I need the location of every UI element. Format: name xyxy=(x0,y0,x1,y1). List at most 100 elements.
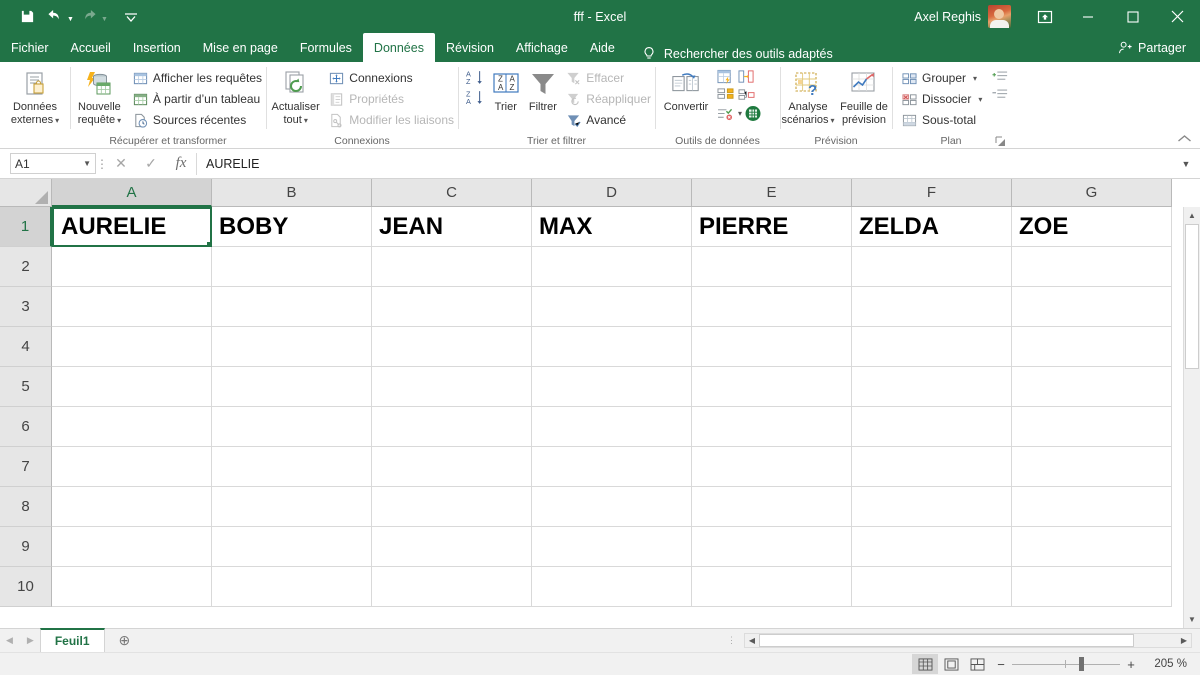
zoom-level-label[interactable]: 205 % xyxy=(1142,658,1190,670)
what-if-caret-icon[interactable]: ▾ xyxy=(831,116,835,125)
minimize-icon[interactable] xyxy=(1065,0,1110,33)
cell-e1[interactable]: PIERRE xyxy=(692,207,852,247)
refresh-all-caret-icon[interactable]: ▾ xyxy=(304,116,308,125)
refresh-all-button[interactable]: Actualiser tout ▾ xyxy=(266,67,325,127)
cell-a10[interactable] xyxy=(52,567,212,607)
tab-fichier[interactable]: Fichier xyxy=(0,33,60,62)
tab-formules[interactable]: Formules xyxy=(289,33,363,62)
cell-g6[interactable] xyxy=(1012,407,1172,447)
sheet-tab-feuil1[interactable]: Feuil1 xyxy=(39,628,105,652)
row-header-3[interactable]: 3 xyxy=(0,287,52,327)
undo-icon[interactable] xyxy=(42,5,68,29)
cell-d5[interactable] xyxy=(532,367,692,407)
cell-a2[interactable] xyxy=(52,247,212,287)
cell-e3[interactable] xyxy=(692,287,852,327)
cell-b9[interactable] xyxy=(212,527,372,567)
data-validation-icon[interactable] xyxy=(717,87,734,103)
cell-d8[interactable] xyxy=(532,487,692,527)
cell-a5[interactable] xyxy=(52,367,212,407)
zoom-in-button[interactable]: + xyxy=(1120,657,1142,672)
column-header-d[interactable]: D xyxy=(532,179,692,207)
what-if-analysis-button[interactable]: ? Analyse scénarios ▾ xyxy=(780,67,836,127)
cell-d4[interactable] xyxy=(532,327,692,367)
tab-accueil[interactable]: Accueil xyxy=(60,33,122,62)
cell-g9[interactable] xyxy=(1012,527,1172,567)
add-sheet-icon[interactable]: ⊕ xyxy=(105,629,145,652)
new-query-button[interactable]: Nouvelle requête ▾ xyxy=(70,67,129,127)
flash-fill-icon[interactable] xyxy=(717,69,734,85)
cell-b5[interactable] xyxy=(212,367,372,407)
cell-f10[interactable] xyxy=(852,567,1012,607)
cell-a4[interactable] xyxy=(52,327,212,367)
row-header-6[interactable]: 6 xyxy=(0,407,52,447)
cell-g8[interactable] xyxy=(1012,487,1172,527)
vertical-scrollbar[interactable]: ▲ ▼ xyxy=(1183,207,1200,628)
insert-function-icon[interactable]: fx xyxy=(166,153,196,175)
cell-e2[interactable] xyxy=(692,247,852,287)
row-header-1[interactable]: 1 xyxy=(0,207,52,247)
forecast-sheet-button[interactable]: Feuille de prévision xyxy=(836,67,892,127)
name-box[interactable]: A1 ▼ xyxy=(10,153,96,174)
cell-e10[interactable] xyxy=(692,567,852,607)
cell-g10[interactable] xyxy=(1012,567,1172,607)
cell-c10[interactable] xyxy=(372,567,532,607)
chevron-down-icon[interactable]: ▼ xyxy=(83,159,91,168)
column-header-c[interactable]: C xyxy=(372,179,532,207)
tab-revision[interactable]: Révision xyxy=(435,33,505,62)
row-header-5[interactable]: 5 xyxy=(0,367,52,407)
cell-e4[interactable] xyxy=(692,327,852,367)
scroll-right-icon[interactable]: ▶ xyxy=(1177,636,1191,645)
vertical-scroll-track[interactable] xyxy=(1184,369,1200,611)
recent-sources-item[interactable]: Sources récentes xyxy=(129,110,266,130)
avatar[interactable] xyxy=(988,5,1011,28)
formula-input[interactable] xyxy=(196,152,1178,175)
row-header-2[interactable]: 2 xyxy=(0,247,52,287)
tab-affichage[interactable]: Affichage xyxy=(505,33,579,62)
tab-insertion[interactable]: Insertion xyxy=(122,33,192,62)
nav-previous-icon[interactable]: ◀ xyxy=(6,635,13,646)
horizontal-scrollbar[interactable]: ◀ ▶ xyxy=(744,633,1192,648)
cell-b2[interactable] xyxy=(212,247,372,287)
ribbon-display-options-icon[interactable] xyxy=(1025,0,1065,33)
maximize-icon[interactable] xyxy=(1110,0,1155,33)
cell-d3[interactable] xyxy=(532,287,692,327)
cell-d10[interactable] xyxy=(532,567,692,607)
undo-dropdown-caret-icon[interactable]: ▼ xyxy=(67,16,74,23)
normal-view-icon[interactable] xyxy=(912,654,938,674)
sort-button[interactable]: ZAAZ Trier xyxy=(488,67,524,114)
split-handle[interactable]: ⋮ xyxy=(720,635,744,646)
cell-e9[interactable] xyxy=(692,527,852,567)
cell-a7[interactable] xyxy=(52,447,212,487)
zoom-thumb[interactable] xyxy=(1078,657,1084,671)
zoom-out-button[interactable]: − xyxy=(990,657,1012,672)
cell-b10[interactable] xyxy=(212,567,372,607)
cell-f8[interactable] xyxy=(852,487,1012,527)
cell-a8[interactable] xyxy=(52,487,212,527)
tab-donnees[interactable]: Données xyxy=(362,33,435,62)
cell-b7[interactable] xyxy=(212,447,372,487)
confirm-icon[interactable]: ✓ xyxy=(136,153,166,175)
cell-c6[interactable] xyxy=(372,407,532,447)
advanced-filter-item[interactable]: Avancé xyxy=(562,110,655,130)
cell-a3[interactable] xyxy=(52,287,212,327)
column-header-f[interactable]: F xyxy=(852,179,1012,207)
page-break-icon[interactable] xyxy=(964,654,990,674)
cell-f3[interactable] xyxy=(852,287,1012,327)
expand-formula-bar-icon[interactable]: ▼ xyxy=(1178,159,1194,169)
column-header-a[interactable]: A xyxy=(52,179,212,207)
cell-c1[interactable]: JEAN xyxy=(372,207,532,247)
cell-d9[interactable] xyxy=(532,527,692,567)
cell-f1[interactable]: ZELDA xyxy=(852,207,1012,247)
cell-c2[interactable] xyxy=(372,247,532,287)
account-name[interactable]: Axel Reghis xyxy=(914,10,988,24)
plan-dialog-launcher-icon[interactable] xyxy=(995,136,1006,147)
cell-f2[interactable] xyxy=(852,247,1012,287)
cell-a9[interactable] xyxy=(52,527,212,567)
filter-button[interactable]: Filtrer xyxy=(524,67,563,114)
external-data-button[interactable]: Données externes ▾ xyxy=(3,67,67,127)
cell-g1[interactable]: ZOE xyxy=(1012,207,1172,247)
group-caret-icon[interactable]: ▾ xyxy=(973,74,977,83)
row-header-4[interactable]: 4 xyxy=(0,327,52,367)
cell-d7[interactable] xyxy=(532,447,692,487)
cell-g4[interactable] xyxy=(1012,327,1172,367)
